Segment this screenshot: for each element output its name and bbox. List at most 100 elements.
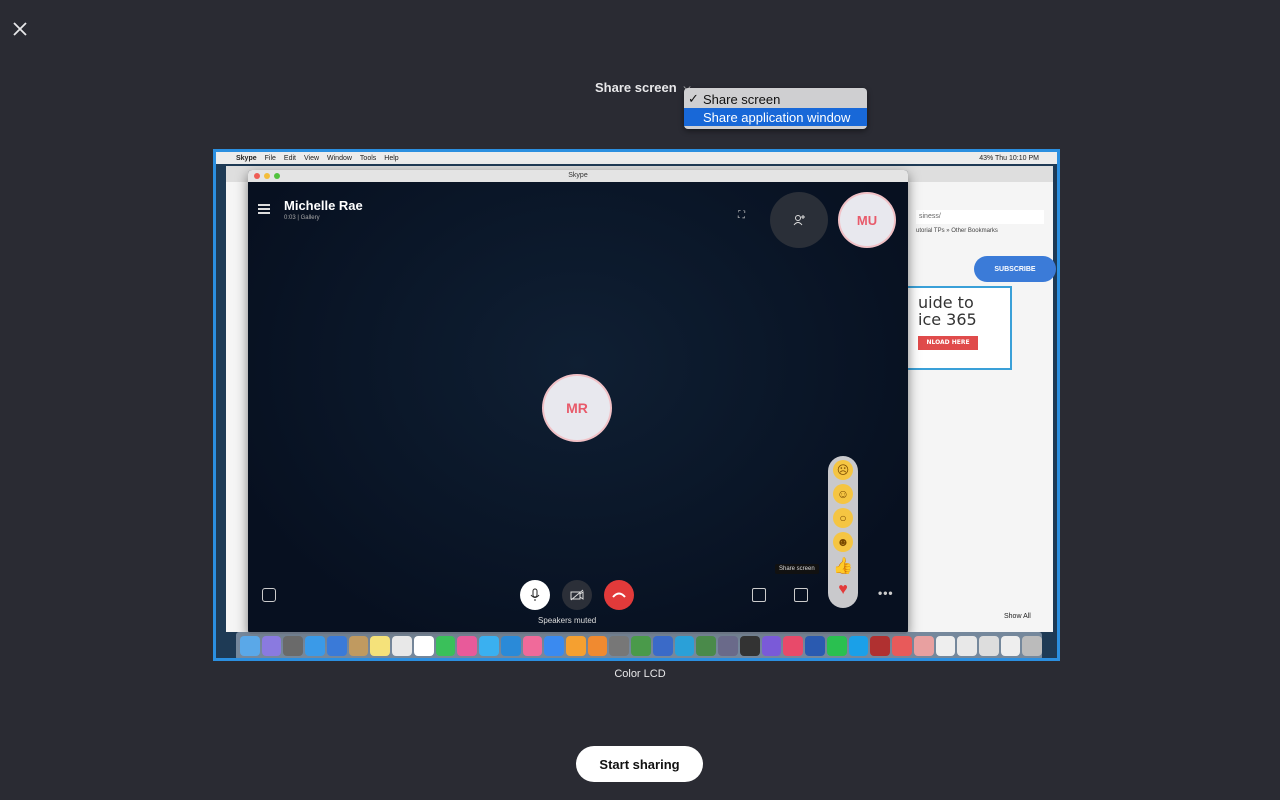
app-icon bbox=[739, 636, 760, 656]
share-mode-dropdown[interactable]: Share screen ⌵ bbox=[595, 80, 691, 95]
hang-up-button bbox=[604, 580, 634, 610]
sad-emoji-icon: ☹ bbox=[833, 460, 853, 480]
skype-window-title: Skype bbox=[568, 172, 588, 179]
caller-avatar: MR bbox=[542, 374, 612, 442]
menu-item-share-screen[interactable]: ✓ Share screen bbox=[684, 90, 867, 108]
menu-item-label: Share screen bbox=[703, 91, 781, 107]
keynote-icon bbox=[566, 636, 586, 656]
speakers-muted-status: Speakers muted bbox=[538, 616, 597, 625]
app-icon bbox=[913, 636, 934, 656]
document-icon bbox=[1000, 636, 1021, 656]
app-icon bbox=[718, 636, 738, 656]
app-icon bbox=[696, 636, 717, 656]
mail-icon bbox=[326, 636, 347, 656]
spotify-icon bbox=[826, 636, 847, 656]
window-controls bbox=[254, 173, 280, 179]
snapshot-icon bbox=[262, 588, 276, 602]
call-duration: 0:03 | Gallery bbox=[284, 215, 320, 221]
share-screen-tooltip: Share screen bbox=[775, 564, 819, 574]
viber-icon bbox=[761, 636, 782, 656]
launchpad-icon bbox=[283, 636, 304, 656]
microphone-button bbox=[520, 580, 550, 610]
checkmark-icon: ✓ bbox=[688, 91, 699, 106]
skype-titlebar: Skype bbox=[248, 170, 908, 182]
display-name-caption: Color LCD bbox=[614, 668, 666, 680]
skype-window: Skype Michelle Rae 0:03 | Gallery ⛶ MU M… bbox=[248, 170, 908, 634]
chat-icon bbox=[752, 588, 766, 602]
window-minimize-dot bbox=[264, 173, 270, 179]
heart-icon: ♥ bbox=[838, 581, 848, 598]
menu-item-label: Share application window bbox=[703, 109, 851, 125]
window-zoom-dot bbox=[274, 173, 280, 179]
mac-status-area: 43% Thu 10:10 PM bbox=[979, 154, 1039, 162]
video-button bbox=[562, 580, 592, 610]
chrome-icon bbox=[631, 636, 651, 656]
window-close-dot bbox=[254, 173, 260, 179]
hang-up-icon bbox=[612, 592, 626, 598]
ad-banner: uide to ice 365 NLOAD HERE bbox=[906, 286, 1012, 370]
skype-icon bbox=[848, 636, 869, 656]
menu-item-share-application-window[interactable]: Share application window bbox=[684, 108, 867, 126]
screen-preview[interactable]: Skype File Edit View Window Tools Help 4… bbox=[213, 149, 1060, 661]
self-avatar: MU bbox=[838, 192, 896, 248]
system-preferences-icon bbox=[609, 636, 630, 656]
word-icon bbox=[805, 636, 825, 656]
browser-address-bar: siness/ bbox=[916, 210, 1044, 224]
document-icon bbox=[935, 636, 956, 656]
document-icon bbox=[978, 636, 999, 656]
grin-emoji-icon: ☻ bbox=[833, 532, 853, 552]
contacts-icon bbox=[348, 636, 369, 656]
close-icon[interactable] bbox=[9, 18, 31, 40]
mac-menu-bar: Skype File Edit View Window Tools Help 4… bbox=[216, 152, 1057, 164]
share-mode-label: Share screen bbox=[595, 80, 677, 95]
laugh-emoji-icon: ☺ bbox=[833, 484, 853, 504]
photos-icon bbox=[457, 636, 478, 656]
mac-dock bbox=[236, 632, 1043, 658]
document-icon bbox=[957, 636, 977, 656]
finder-icon bbox=[240, 636, 260, 656]
safari-icon bbox=[305, 636, 325, 656]
video-off-icon bbox=[570, 589, 584, 601]
ad-line: uide to bbox=[918, 293, 974, 312]
subscribe-button: SUBSCRIBE bbox=[974, 256, 1056, 282]
show-all-button: Show All bbox=[1004, 613, 1031, 620]
share-screen-icon bbox=[794, 588, 808, 602]
acrobat-icon bbox=[870, 636, 891, 656]
more-options-icon: ••• bbox=[878, 586, 894, 600]
caller-name: Michelle Rae bbox=[284, 198, 363, 213]
app-icon bbox=[674, 636, 695, 656]
app-icon bbox=[892, 636, 912, 656]
reactions-panel: ☹ ☺ ○ ☻ 👍 ♥ bbox=[828, 456, 858, 608]
messages-icon bbox=[479, 636, 499, 656]
microphone-icon bbox=[530, 588, 540, 601]
mac-menu-item: Tools bbox=[359, 154, 377, 162]
surprised-emoji-icon: ○ bbox=[833, 508, 853, 528]
start-sharing-button[interactable]: Start sharing bbox=[576, 746, 703, 782]
mac-menu-item: Window bbox=[327, 154, 352, 162]
share-mode-menu: ✓ Share screen Share application window bbox=[684, 88, 867, 129]
app-icon bbox=[652, 636, 673, 656]
trash-icon bbox=[1022, 636, 1043, 656]
app-icon bbox=[500, 636, 521, 656]
mac-menu-item: Help bbox=[384, 154, 399, 162]
mac-menu-app: Skype bbox=[236, 154, 257, 162]
hamburger-menu-icon bbox=[258, 204, 270, 214]
slack-icon bbox=[783, 636, 804, 656]
ad-button: NLOAD HERE bbox=[918, 336, 978, 350]
add-person-icon bbox=[793, 215, 805, 226]
thumbs-up-icon: 👍 bbox=[833, 558, 853, 575]
browser-bookmarks: utorial TPs » Other Bookmarks bbox=[916, 228, 998, 234]
layout-icon: ⛶ bbox=[738, 210, 745, 221]
add-participant-button bbox=[770, 192, 828, 248]
books-icon bbox=[587, 636, 608, 656]
mac-menu-item: View bbox=[303, 154, 320, 162]
reminders-icon bbox=[392, 636, 412, 656]
mac-menu-item: File bbox=[264, 154, 276, 162]
numbers-icon bbox=[544, 636, 565, 656]
music-icon bbox=[522, 636, 543, 656]
mac-menu-item: Edit bbox=[283, 154, 296, 162]
calendar-icon bbox=[413, 636, 434, 656]
facetime-icon bbox=[435, 636, 456, 656]
siri-icon bbox=[261, 636, 282, 656]
call-area: Michelle Rae 0:03 | Gallery ⛶ MU MR ☹ ☺ … bbox=[248, 182, 908, 634]
